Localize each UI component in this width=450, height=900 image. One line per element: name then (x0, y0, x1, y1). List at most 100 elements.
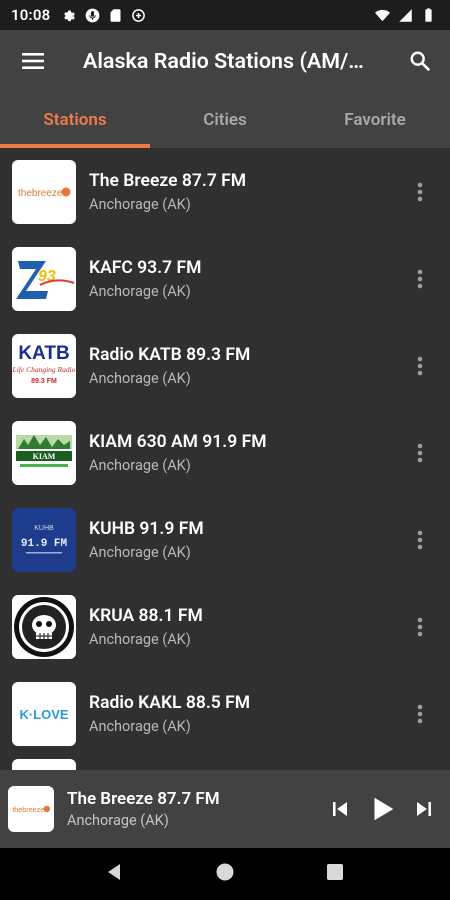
back-button[interactable] (105, 862, 125, 886)
klove-logo: K·LOVE (12, 681, 76, 746)
thebreeze-logo: thebreeze (12, 159, 76, 224)
wifi-icon (375, 9, 390, 21)
station-info: KIAM 630 AM 91.9 FM Anchorage (AK) (89, 431, 267, 474)
recents-icon (327, 864, 343, 880)
tab-bar: Stations Cities Favorite (0, 92, 450, 148)
station-city: Anchorage (AK) (89, 370, 191, 387)
station-info: The Breeze 87.7 FM Anchorage (AK) (89, 170, 246, 213)
station-city: Anchorage (AK) (89, 457, 191, 474)
station-row[interactable]: K·LOVE Radio KAKL 88.5 FM Anchorage (AK) (0, 670, 450, 757)
search-button[interactable] (396, 37, 444, 85)
svg-text:KATB: KATB (18, 343, 69, 364)
recents-button[interactable] (325, 862, 345, 886)
station-info: Radio KATB 89.3 FM Anchorage (AK) (89, 344, 250, 387)
skip-previous-button[interactable] (326, 795, 354, 823)
battery-icon (425, 7, 432, 22)
more-vert-icon (417, 269, 423, 288)
station-name: KRUA 88.1 FM (89, 606, 203, 626)
search-icon (410, 51, 431, 72)
station-row[interactable]: 93 KAFC 93.7 FM Anchorage (AK) (0, 235, 450, 322)
more-vert-icon (417, 617, 423, 636)
svg-text:89.3 FM: 89.3 FM (31, 378, 57, 385)
station-city: Anchorage (AK) (89, 718, 191, 735)
station-name: Radio KAKL 88.5 FM (89, 693, 251, 713)
more-options-button[interactable] (410, 435, 430, 471)
mini-player[interactable]: thebreeze The Breeze 87.7 FM Anchorage (… (0, 770, 450, 848)
station-name: KUHB 91.9 FM (89, 519, 204, 539)
more-vert-icon (417, 530, 423, 549)
mic-icon (86, 8, 100, 22)
player-controls (326, 791, 438, 827)
station-name: KAFC 93.7 FM (89, 258, 202, 278)
app-bar: Alaska Radio Stations (AM/… (0, 30, 450, 92)
tab-stations[interactable]: Stations (0, 92, 150, 148)
sim-card-icon (110, 8, 121, 22)
more-options-button[interactable] (410, 174, 430, 210)
station-row[interactable]: thebreeze The Breeze 87.7 FM Anchorage (… (0, 148, 450, 235)
svg-text:Life Changing Radio: Life Changing Radio (12, 365, 76, 374)
station-info: Radio KAKL 88.5 FM Anchorage (AK) (89, 692, 250, 735)
station-logo-partial (12, 759, 76, 770)
more-options-button[interactable] (410, 609, 430, 645)
data-saver-icon (132, 8, 146, 22)
status-time: 10:08 (11, 6, 51, 24)
home-button[interactable] (215, 862, 235, 886)
hamburger-menu-icon (22, 53, 44, 69)
signal-icon (399, 8, 412, 22)
settings-icon (64, 10, 76, 21)
skip-previous-icon (333, 802, 347, 816)
station-info: KRUA 88.1 FM Anchorage (AK) (89, 605, 203, 648)
station-row[interactable]: KIAM KIAM 630 AM 91.9 FM Anchorage (AK) (0, 409, 450, 496)
kiam-logo: KIAM (12, 420, 76, 485)
logo-text: thebreeze (18, 188, 63, 199)
svg-text:KUHB: KUHB (34, 525, 54, 532)
more-options-button[interactable] (410, 348, 430, 384)
kuhb-logo: KUHB 91.9 FM (12, 507, 76, 572)
tab-cities[interactable]: Cities (150, 92, 300, 148)
station-city: Anchorage (AK) (89, 196, 191, 213)
svg-text:KIAM: KIAM (33, 452, 56, 461)
player-info: The Breeze 87.7 FM Anchorage (AK) (67, 789, 220, 829)
station-row-partial[interactable] (0, 757, 450, 770)
station-city: Anchorage (AK) (89, 631, 191, 648)
more-options-button[interactable] (410, 261, 430, 297)
skip-next-icon (417, 802, 431, 816)
back-icon (108, 864, 120, 880)
station-city: Anchorage (AK) (89, 544, 191, 561)
station-name: Radio KATB 89.3 FM (89, 345, 251, 365)
status-left-icons (62, 8, 146, 23)
svg-text:K·LOVE: K·LOVE (19, 707, 68, 722)
kafc-logo: 93 (12, 246, 76, 311)
krua-logo (12, 594, 76, 659)
station-row[interactable]: KATB Life Changing Radio 89.3 FM Radio K… (0, 322, 450, 409)
play-icon (374, 797, 394, 821)
system-nav-bar (0, 848, 450, 900)
menu-button[interactable] (0, 30, 66, 92)
station-info: KAFC 93.7 FM Anchorage (AK) (89, 257, 201, 300)
status-right-icons (375, 7, 436, 23)
status-bar: 10:08 (0, 0, 450, 30)
play-button[interactable] (364, 791, 400, 827)
svg-text:thebreeze: thebreeze (12, 806, 44, 814)
more-vert-icon (417, 182, 423, 201)
more-vert-icon (417, 704, 423, 723)
home-icon (216, 863, 234, 881)
player-station-city: Anchorage (AK) (67, 812, 169, 829)
katb-logo: KATB Life Changing Radio 89.3 FM (12, 333, 76, 398)
station-row[interactable]: KRUA 88.1 FM Anchorage (AK) (0, 583, 450, 670)
station-list: thebreeze The Breeze 87.7 FM Anchorage (… (0, 148, 450, 770)
svg-text:91.9 FM: 91.9 FM (21, 538, 68, 550)
station-name: The Breeze 87.7 FM (89, 171, 247, 191)
more-vert-icon (417, 356, 423, 375)
station-info: KUHB 91.9 FM Anchorage (AK) (89, 518, 204, 561)
station-name: KIAM 630 AM 91.9 FM (89, 432, 267, 452)
station-city: Anchorage (AK) (89, 283, 191, 300)
tab-favorite[interactable]: Favorite (300, 92, 450, 148)
skip-next-button[interactable] (410, 795, 438, 823)
player-station-logo: thebreeze (8, 786, 54, 832)
more-options-button[interactable] (410, 522, 430, 558)
more-options-button[interactable] (410, 696, 430, 732)
more-vert-icon (417, 443, 423, 462)
app-title: Alaska Radio Stations (AM/… (83, 48, 364, 74)
station-row[interactable]: KUHB 91.9 FM KUHB 91.9 FM Anchorage (AK) (0, 496, 450, 583)
